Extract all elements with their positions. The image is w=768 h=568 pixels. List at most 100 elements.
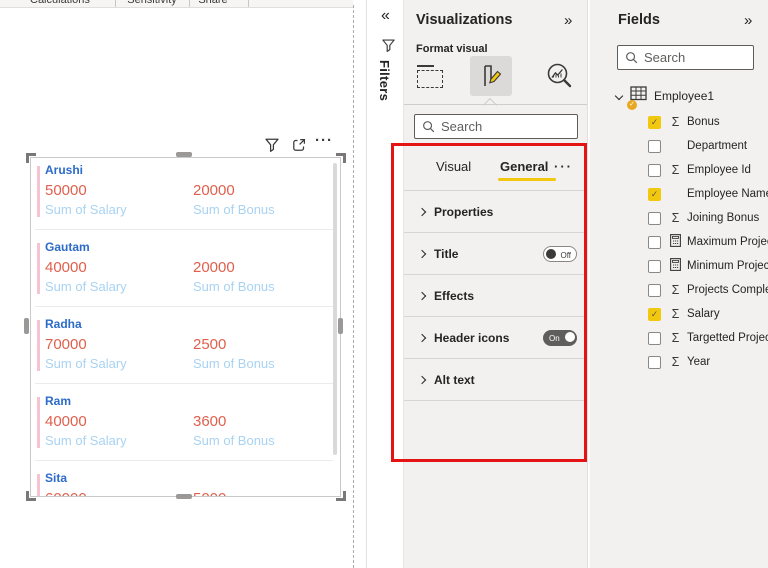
format-section-label: Title (434, 246, 459, 261)
resize-handle-bottom-right[interactable] (336, 491, 346, 501)
field-checkbox[interactable] (648, 331, 661, 345)
bonus-value: 5000 (193, 490, 226, 496)
fields-search-input[interactable]: Search (617, 45, 754, 70)
card-row[interactable]: Ram 40000 3600 Sum of Salary Sum of Bonu… (31, 394, 340, 471)
tab-general[interactable]: General (500, 159, 548, 174)
field-type-icon: Σ (671, 163, 680, 177)
fields-title: Fields (618, 12, 660, 28)
tab-visual[interactable]: Visual (436, 159, 471, 174)
table-icon: ✓ (627, 86, 648, 110)
salary-value: 60000 (45, 490, 87, 496)
salary-caption: Sum of Salary (45, 202, 127, 217)
field-row[interactable]: ✓ Employee Name (590, 182, 768, 206)
field-checkbox[interactable]: ✓ (648, 307, 661, 321)
field-type-icon: Σ (671, 115, 680, 129)
field-checkbox[interactable] (648, 355, 661, 369)
ribbon-separator (115, 0, 116, 7)
visualizations-pane: Visualizations » Format visual Search Vi… (403, 0, 588, 568)
chevron-right-icon (417, 249, 427, 258)
field-checkbox[interactable] (648, 139, 661, 153)
toggle-state-label: Off (560, 250, 571, 260)
bonus-caption: Sum of Bonus (193, 356, 275, 371)
ribbon-tab-share[interactable]: Share (190, 0, 236, 6)
field-row[interactable]: Σ Employee Id (590, 158, 768, 182)
bonus-caption: Sum of Bonus (193, 433, 275, 448)
visualizations-title: Visualizations (416, 12, 513, 28)
field-checkbox[interactable] (648, 283, 661, 297)
resize-handle-bottom[interactable] (176, 494, 192, 499)
salary-value: 50000 (45, 182, 87, 199)
card-row[interactable]: Gautam 40000 20000 Sum of Salary Sum of … (31, 240, 340, 317)
card-scrollbar[interactable] (333, 163, 337, 455)
resize-handle-top-left[interactable] (26, 153, 36, 163)
field-label: Employee Name (687, 188, 768, 200)
field-row[interactable]: Σ Projects Complet... (590, 278, 768, 302)
resize-handle-top-right[interactable] (336, 153, 346, 163)
resize-handle-right[interactable] (338, 318, 343, 334)
section-toggle[interactable]: On (543, 330, 577, 346)
ribbon-tab-calculations[interactable]: Calculations (30, 0, 90, 6)
field-row[interactable]: Maximum Projects (590, 230, 768, 254)
field-label: Salary (687, 308, 720, 320)
analytics-icon[interactable] (540, 58, 580, 94)
more-options-icon[interactable]: ··· (315, 132, 333, 149)
table-row-employee1[interactable]: ✓ Employee1 (590, 84, 768, 110)
field-row[interactable]: Minimum Projects (590, 254, 768, 278)
multi-row-card-visual[interactable]: Arushi 50000 20000 Sum of Salary Sum of … (30, 157, 341, 497)
field-type-icon: Σ (671, 355, 680, 369)
field-type-icon (668, 234, 683, 250)
expand-filters-icon[interactable]: « (381, 8, 390, 24)
field-row[interactable]: Σ Joining Bonus (590, 206, 768, 230)
salary-caption: Sum of Salary (45, 279, 127, 294)
table-name: Employee1 (654, 89, 715, 103)
filters-pane-title[interactable]: Filters (377, 60, 392, 101)
card-row-separator (35, 383, 333, 384)
field-checkbox[interactable] (648, 235, 661, 249)
field-row[interactable]: Σ Year (590, 350, 768, 374)
format-visual-icon[interactable] (470, 56, 512, 96)
tab-more-options-icon[interactable]: ··· (554, 159, 573, 174)
field-checkbox[interactable] (648, 211, 661, 225)
bonus-value: 20000 (193, 259, 235, 276)
field-row[interactable]: Σ Targetted Projects (590, 326, 768, 350)
section-toggle[interactable]: Off (543, 246, 577, 262)
field-checkbox[interactable]: ✓ (648, 115, 661, 129)
field-label: Year (687, 356, 711, 368)
filter-funnel-icon[interactable] (264, 137, 280, 158)
field-row[interactable]: Department (590, 134, 768, 158)
collapse-visualizations-icon[interactable]: » (564, 12, 572, 29)
format-section[interactable]: Properties (404, 190, 587, 232)
chevron-right-icon (417, 291, 427, 300)
visualizations-search-input[interactable]: Search (414, 114, 578, 139)
resize-handle-bottom-left[interactable] (26, 491, 36, 501)
selected-icon-caret (482, 97, 498, 113)
resize-handle-top[interactable] (176, 152, 192, 157)
employee-name: Radha (45, 317, 82, 331)
field-row[interactable]: ✓ Σ Salary (590, 302, 768, 326)
field-row[interactable]: ✓ Σ Bonus (590, 110, 768, 134)
format-section[interactable]: Title Off (404, 232, 587, 274)
build-visual-icon[interactable] (414, 58, 446, 94)
filters-funnel-icon[interactable] (381, 38, 396, 58)
focus-mode-icon[interactable] (291, 137, 307, 158)
ribbon-tab-sensitivity[interactable]: Sensitivity (126, 0, 178, 6)
format-section-label: Properties (434, 204, 494, 219)
field-checkbox[interactable] (648, 163, 661, 177)
bonus-value: 20000 (193, 182, 235, 199)
collapse-fields-icon[interactable]: » (744, 12, 752, 29)
format-section[interactable]: Alt text (404, 358, 587, 400)
card-row-accent-bar (37, 474, 40, 496)
field-checkbox[interactable] (648, 259, 661, 273)
field-type-icon: Σ (671, 211, 680, 225)
card-row-separator (35, 460, 333, 461)
employee-name: Arushi (45, 163, 84, 177)
field-checkbox[interactable]: ✓ (648, 187, 661, 201)
chevron-down-icon[interactable] (614, 91, 624, 101)
resize-handle-left[interactable] (24, 318, 29, 334)
card-row[interactable]: Radha 70000 2500 Sum of Salary Sum of Bo… (31, 317, 340, 394)
card-row[interactable]: Sita 60000 5000 Sum of Salary Sum of Bon… (31, 471, 340, 496)
format-section[interactable]: Header icons On (404, 316, 587, 358)
field-list: ✓ Σ Bonus Department Σ Employee Id ✓ Emp… (590, 110, 768, 374)
card-row[interactable]: Arushi 50000 20000 Sum of Salary Sum of … (31, 163, 340, 240)
format-section[interactable]: Effects (404, 274, 587, 316)
